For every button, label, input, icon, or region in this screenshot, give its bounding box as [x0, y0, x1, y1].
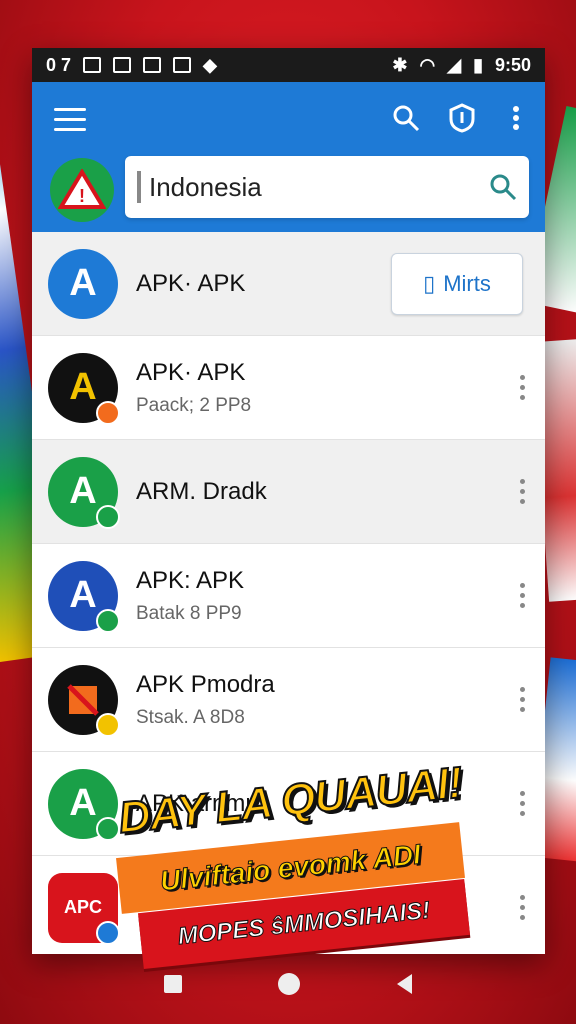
- app-subtitle: Batak 8 PP9: [136, 602, 242, 624]
- menu-icon[interactable]: [54, 108, 86, 132]
- app-title: APK: APK: [136, 566, 245, 594]
- search-submit-icon[interactable]: [486, 164, 519, 210]
- list-item[interactable]: A ARM. Dradk: [32, 440, 545, 544]
- search-icon[interactable]: [388, 100, 424, 136]
- shield-icon[interactable]: [444, 100, 480, 136]
- app-title: ARM. Dradk: [136, 477, 267, 505]
- recents-button[interactable]: [160, 971, 186, 997]
- more-options-icon[interactable]: [498, 100, 534, 136]
- home-button[interactable]: [276, 971, 302, 997]
- status-left-text: 0 7: [46, 54, 72, 75]
- back-button[interactable]: [392, 971, 418, 997]
- more-options-icon[interactable]: [517, 687, 527, 712]
- more-options-icon[interactable]: [517, 895, 527, 920]
- more-options-icon[interactable]: [517, 791, 527, 816]
- more-options-icon[interactable]: [517, 583, 527, 608]
- wifi-icon: ◠: [419, 54, 436, 75]
- more-options-icon[interactable]: [517, 375, 527, 400]
- action-button[interactable]: ▯ Mirts: [391, 252, 523, 315]
- system-nav-bar: [32, 954, 545, 1014]
- checkbox-icon: [83, 57, 102, 73]
- app-title: APK· APK: [136, 269, 246, 297]
- badge-icon: [96, 504, 120, 529]
- notification-icon: [113, 57, 132, 73]
- phone-screen: 0 7 ◆ ✱ ◠ ◢ ▮ 9:50 ! Indonesia A APK· AP…: [32, 48, 545, 954]
- file-icon: ▯: [423, 270, 436, 296]
- app-subtitle: Paack; 2 PP8: [136, 394, 252, 416]
- list-item[interactable]: A APK· APK Paack; 2 PP8: [32, 336, 545, 440]
- badge-icon: [96, 400, 120, 425]
- app-icon: A: [48, 560, 120, 633]
- badge-icon: [96, 920, 120, 945]
- status-time: 9:50: [494, 54, 531, 75]
- app-list: A APK· APK ▯ Mirts A APK· APK Paack; 2 P…: [32, 232, 545, 954]
- search-input[interactable]: [137, 171, 486, 203]
- list-item[interactable]: A APK· APK ▯ Mirts: [32, 232, 545, 336]
- list-item[interactable]: APC: [32, 856, 545, 954]
- app-logo-icon: !: [50, 158, 114, 222]
- list-item[interactable]: A APK arnmr: [32, 752, 545, 856]
- status-bar: 0 7 ◆ ✱ ◠ ◢ ▮ 9:50: [32, 48, 545, 82]
- app-icon: [48, 664, 120, 737]
- badge-icon: [96, 608, 120, 633]
- app-icon: A: [48, 248, 118, 319]
- more-options-icon[interactable]: [517, 479, 527, 504]
- signal-icon: ◢: [447, 54, 462, 75]
- action-button-label: Mirts: [443, 270, 491, 296]
- app-title: APK arnmr: [136, 789, 254, 817]
- app-subtitle: Stsak. A 8D8: [136, 706, 245, 728]
- search-box: [125, 156, 529, 218]
- badge-icon: [96, 816, 120, 841]
- image-icon: [143, 57, 162, 73]
- app-icon: APC: [48, 872, 120, 945]
- list-item[interactable]: A APK: APK Batak 8 PP9: [32, 544, 545, 648]
- app-notification-icon: ◆: [203, 54, 217, 75]
- app-title: APK Pmodra: [136, 670, 275, 698]
- app-title: APK· APK: [136, 358, 246, 386]
- app-bar: !: [32, 82, 545, 232]
- svg-text:!: !: [79, 186, 85, 206]
- app-icon: A: [48, 768, 120, 841]
- photo-icon: [173, 57, 192, 73]
- battery-icon: ▮: [473, 54, 483, 75]
- bluetooth-icon: ✱: [392, 54, 408, 75]
- app-icon: A: [48, 456, 120, 529]
- app-icon: A: [48, 352, 120, 425]
- list-item[interactable]: APK Pmodra Stsak. A 8D8: [32, 648, 545, 752]
- badge-icon: [96, 712, 120, 737]
